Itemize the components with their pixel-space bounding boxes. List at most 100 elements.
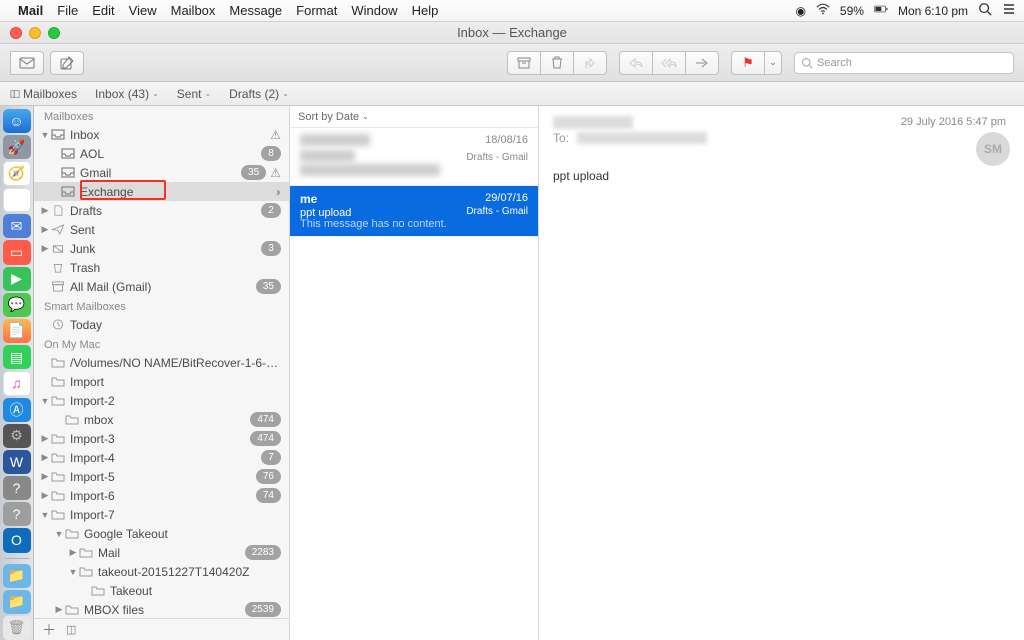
menu-message[interactable]: Message — [229, 3, 282, 18]
sidebar-takeout-zip[interactable]: ▼takeout-20151227T140420Z — [34, 562, 289, 581]
message-content: 29 July 2016 5:47 pm SM To: ppt upload — [539, 106, 1024, 640]
sidebar-today[interactable]: Today — [34, 315, 289, 334]
fav-drafts[interactable]: Drafts (2)⌄ — [229, 87, 289, 101]
archive-button[interactable] — [507, 51, 541, 75]
dock-help-icon[interactable]: ? — [3, 502, 31, 526]
sidebar-exchange[interactable]: Exchange◑ — [34, 182, 289, 201]
sidebar-import4[interactable]: ▶Import-47 — [34, 448, 289, 467]
sidebar-allmail[interactable]: All Mail (Gmail)35 — [34, 277, 289, 296]
menu-mailbox[interactable]: Mailbox — [171, 3, 216, 18]
flag-button[interactable]: ⚑ — [731, 51, 765, 75]
sidebar-gmail[interactable]: Gmail35⚠ — [34, 163, 289, 182]
dock-downloads-icon[interactable]: 📁 — [3, 590, 31, 614]
add-mailbox-button[interactable]: ＋ — [42, 620, 56, 640]
folder-icon — [90, 584, 106, 598]
folder-icon — [50, 508, 66, 522]
forward-button[interactable] — [685, 51, 719, 75]
message-item-selected[interactable]: me29/07/16 ppt upload Drafts - Gmail Thi… — [290, 186, 538, 237]
spotlight-icon[interactable] — [978, 2, 992, 19]
sidebar-import7[interactable]: ▼Import-7 — [34, 505, 289, 524]
sidebar-import5[interactable]: ▶Import-576 — [34, 467, 289, 486]
folder-icon — [50, 451, 66, 465]
wifi-icon[interactable] — [816, 2, 830, 19]
dock-word-icon[interactable]: W — [3, 450, 31, 474]
sort-header[interactable]: Sort by Date⌄ — [290, 106, 538, 128]
dock-terminal-icon[interactable]: ? — [3, 476, 31, 500]
sidebar-import6[interactable]: ▶Import-674 — [34, 486, 289, 505]
sidebar-volumes[interactable]: /Volumes/NO NAME/BitRecover-1-6-2016 20-… — [34, 353, 289, 372]
sidebar-sent[interactable]: ▶Sent — [34, 220, 289, 239]
delete-button[interactable] — [540, 51, 574, 75]
menu-app[interactable]: Mail — [18, 3, 43, 18]
dock-app-icon[interactable]: ▭ — [3, 240, 31, 264]
sidebar-import[interactable]: Import — [34, 372, 289, 391]
fav-inbox[interactable]: Inbox (43)⌄ — [95, 87, 159, 101]
dock-facetime-icon[interactable]: ▶ — [3, 267, 31, 291]
menu-help[interactable]: Help — [412, 3, 439, 18]
message-date: 29 July 2016 5:47 pm — [901, 116, 1006, 128]
sidebar-import3[interactable]: ▶Import-3474 — [34, 429, 289, 448]
search-field[interactable]: Search — [794, 52, 1014, 74]
get-mail-button[interactable] — [10, 51, 44, 75]
dock-wechat-icon[interactable]: 💬 — [3, 293, 31, 317]
compose-button[interactable] — [50, 51, 84, 75]
sidebar-takeout-inner[interactable]: Takeout — [34, 581, 289, 600]
siri-icon[interactable]: ◉ — [795, 4, 805, 18]
sidebar-mbox[interactable]: mbox474 — [34, 410, 289, 429]
dock-safari-icon[interactable]: 🧭 — [3, 161, 31, 185]
dock-finder-icon[interactable]: ☺ — [3, 109, 31, 133]
menu-file[interactable]: File — [57, 3, 78, 18]
dock-itunes-icon[interactable]: ♫ — [3, 371, 31, 395]
folder-icon — [64, 527, 80, 541]
menu-view[interactable]: View — [129, 3, 157, 18]
inbox-icon — [60, 147, 76, 161]
clock-icon — [50, 318, 66, 332]
dock-launchpad-icon[interactable]: 🚀 — [3, 135, 31, 159]
archive-icon — [50, 280, 66, 294]
folder-icon — [64, 413, 80, 427]
junk-button[interactable] — [573, 51, 607, 75]
window-title: Inbox — Exchange — [0, 25, 1024, 40]
notification-center-icon[interactable] — [1002, 2, 1016, 19]
reply-all-button[interactable] — [652, 51, 686, 75]
mailboxes-toggle[interactable]: Mailboxes — [10, 87, 77, 101]
mail-toolbar: ⚑ ⌄ Search — [0, 44, 1024, 82]
folder-icon — [78, 565, 94, 579]
sidebar-gmail-folder[interactable]: ▶Mail2283 — [34, 543, 289, 562]
message-subject: ppt upload — [553, 169, 1010, 183]
dock-settings-icon[interactable]: ⚙ — [3, 424, 31, 448]
dock-appstore-icon[interactable]: Ⓐ — [3, 398, 31, 422]
dock-chrome-icon[interactable]: ◯ — [3, 188, 31, 212]
message-item[interactable]: 18/08/16 Drafts - Gmail — [290, 128, 538, 186]
junk-icon — [50, 242, 66, 256]
sidebar-google-takeout[interactable]: ▼Google Takeout — [34, 524, 289, 543]
flag-menu-button[interactable]: ⌄ — [764, 51, 782, 75]
sidebar-aol[interactable]: AOL8 — [34, 144, 289, 163]
dock-trash-icon[interactable]: 🗑 — [3, 616, 31, 640]
menu-format[interactable]: Format — [296, 3, 337, 18]
sidebar-trash[interactable]: Trash — [34, 258, 289, 277]
activity-icon: ◑ — [274, 185, 281, 199]
sidebar-inbox[interactable]: ▼Inbox⚠ — [34, 125, 289, 144]
menubar-clock[interactable]: Mon 6:10 pm — [898, 4, 968, 18]
fav-sent[interactable]: Sent⌄ — [177, 87, 211, 101]
sidebar-mbox-files[interactable]: ▶MBOX files2539 — [34, 600, 289, 619]
trash-icon — [50, 261, 66, 275]
dock-folder-icon[interactable]: 📁 — [3, 564, 31, 588]
sidebar-drafts[interactable]: ▶Drafts2 — [34, 201, 289, 220]
sidebar-junk[interactable]: ▶Junk3 — [34, 239, 289, 258]
menu-edit[interactable]: Edit — [92, 3, 114, 18]
dock-outlook-icon[interactable]: O — [3, 528, 31, 552]
dock-numbers-icon[interactable]: ▤ — [3, 345, 31, 369]
sidebar-import2[interactable]: ▼Import-2 — [34, 391, 289, 410]
show-activity-button[interactable]: ◫ — [66, 623, 76, 636]
menu-window[interactable]: Window — [351, 3, 397, 18]
folder-icon — [50, 470, 66, 484]
folder-icon — [50, 432, 66, 446]
dock-mail-icon[interactable]: ✉ — [3, 214, 31, 238]
reply-button[interactable] — [619, 51, 653, 75]
search-placeholder: Search — [817, 57, 852, 69]
battery-icon[interactable] — [874, 2, 888, 19]
inbox-icon — [60, 166, 76, 180]
dock-pages-icon[interactable]: 📄 — [3, 319, 31, 343]
